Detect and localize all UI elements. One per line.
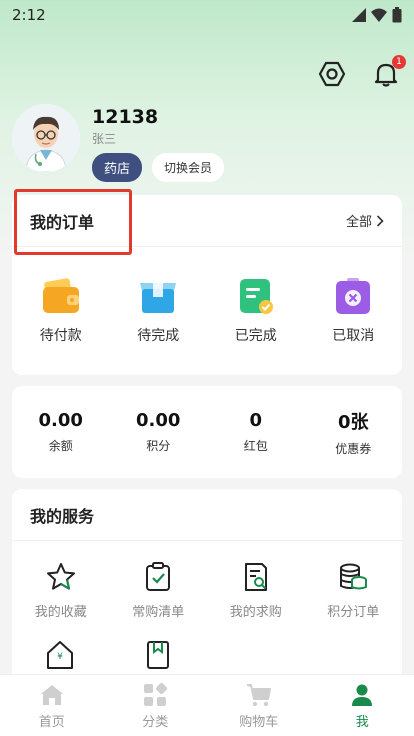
order-status-grid: 待付款 待完成 已完成 已取消 <box>12 247 402 345</box>
stat-points[interactable]: 0.00 积分 <box>118 410 198 454</box>
profile-info: 12138 张三 药店 切换会员 <box>92 104 225 182</box>
service-purchase-requests-label: 我的求购 <box>229 605 282 620</box>
stat-points-value: 0.00 <box>136 410 181 431</box>
stat-coupons-value: 0张 <box>337 411 369 433</box>
user-id: 12138 <box>92 106 159 128</box>
top-actions: 1 <box>316 55 406 90</box>
settings-button[interactable] <box>316 58 348 90</box>
status-time: 2:12 <box>12 6 46 24</box>
avatar[interactable] <box>12 104 80 172</box>
completed-icon <box>239 279 273 314</box>
tab-me[interactable]: 我 <box>322 682 402 730</box>
tab-home-label: 首页 <box>38 714 65 730</box>
notification-badge: 1 <box>392 55 406 69</box>
stat-balance-value: 0.00 <box>38 410 83 431</box>
signal-icon <box>352 8 366 22</box>
package-icon <box>140 283 177 313</box>
orders-title: 我的订单 <box>30 212 95 232</box>
tab-category[interactable]: 分类 <box>115 682 195 730</box>
service-address[interactable]: ¥ <box>20 638 100 670</box>
user-icon <box>352 684 373 706</box>
service-frequent-list-label: 常购清单 <box>132 605 185 620</box>
status-icons <box>352 7 402 23</box>
tab-me-label: 我 <box>355 714 369 730</box>
stat-red-packet-value: 0 <box>249 410 263 431</box>
battery-icon <box>392 7 402 23</box>
service-favorites[interactable]: 我的收藏 <box>21 561 101 620</box>
status-bar: 2:12 <box>0 0 414 30</box>
svg-text:¥: ¥ <box>57 652 63 662</box>
service-purchase-requests[interactable]: 我的求购 <box>216 561 296 620</box>
house-icon: ¥ <box>47 641 73 669</box>
star-icon <box>46 563 75 590</box>
wifi-icon <box>371 8 387 22</box>
bookmark-icon <box>147 641 169 669</box>
stat-red-packet[interactable]: 0 红包 <box>216 410 296 454</box>
home-icon <box>40 684 63 705</box>
profile-tags: 药店 切换会员 <box>92 153 225 182</box>
checklist-icon <box>146 562 171 591</box>
orders-see-all-link[interactable]: 全部 <box>346 211 384 230</box>
assets-card: 0.00 余额 0.00 积分 0 红包 0张 优惠券 <box>12 386 402 478</box>
stat-coupons[interactable]: 0张 优惠券 <box>313 408 393 457</box>
settings-hex-icon <box>318 61 346 87</box>
see-all-label: 全部 <box>345 215 372 230</box>
user-name: 张三 <box>92 132 117 146</box>
stat-coupons-label: 优惠券 <box>335 441 372 456</box>
services-row-2: ¥ <box>12 620 402 670</box>
search-doc-icon <box>244 563 267 591</box>
profile-section: 12138 张三 药店 切换会员 <box>12 104 225 182</box>
stat-balance[interactable]: 0.00 余额 <box>21 410 101 454</box>
tab-home[interactable]: 首页 <box>12 682 92 730</box>
store-tag[interactable]: 药店 <box>92 153 143 182</box>
order-cancelled-label: 已取消 <box>332 328 375 344</box>
cart-icon <box>246 683 271 706</box>
services-title: 我的服务 <box>30 506 95 526</box>
service-frequent-list[interactable]: 常购清单 <box>118 561 198 620</box>
services-card: 我的服务 我的收藏 常购清单 我的求购 积分订单 ¥ <box>12 489 402 689</box>
coins-icon <box>340 563 368 590</box>
stat-balance-label: 余额 <box>48 439 73 453</box>
services-grid: 我的收藏 常购清单 我的求购 积分订单 <box>12 541 402 620</box>
switch-member-button[interactable]: 切换会员 <box>152 153 225 182</box>
services-header: 我的服务 <box>12 489 402 541</box>
stat-points-label: 积分 <box>146 439 171 453</box>
doctor-avatar-icon <box>12 104 80 172</box>
order-cancelled[interactable]: 已取消 <box>313 277 393 345</box>
stat-red-packet-label: 红包 <box>243 439 268 453</box>
order-completed-label: 已完成 <box>234 328 277 344</box>
cancel-icon <box>336 278 371 314</box>
tab-cart[interactable]: 购物车 <box>219 682 299 730</box>
tab-category-label: 分类 <box>142 714 169 730</box>
service-favorites-label: 我的收藏 <box>34 605 87 620</box>
order-pending-complete[interactable]: 待完成 <box>118 277 198 345</box>
service-points-orders[interactable]: 积分订单 <box>313 561 393 620</box>
wallet-icon <box>42 278 79 313</box>
order-pending-payment-label: 待付款 <box>39 328 82 344</box>
chevron-right-icon <box>376 214 384 227</box>
notification-button[interactable]: 1 <box>370 55 406 90</box>
service-bookmark[interactable] <box>118 638 198 670</box>
order-pending-payment[interactable]: 待付款 <box>21 277 101 345</box>
order-pending-complete-label: 待完成 <box>137 328 180 344</box>
orders-card: 我的订单 全部 待付款 待完成 已完成 已取消 <box>12 189 402 375</box>
tab-cart-label: 购物车 <box>239 714 279 730</box>
order-completed[interactable]: 已完成 <box>216 277 296 345</box>
orders-header: 我的订单 全部 <box>12 195 402 247</box>
bottom-tab-bar: 首页 分类 购物车 我 <box>0 674 414 736</box>
category-icon <box>144 682 168 706</box>
service-points-orders-label: 积分订单 <box>327 605 380 620</box>
